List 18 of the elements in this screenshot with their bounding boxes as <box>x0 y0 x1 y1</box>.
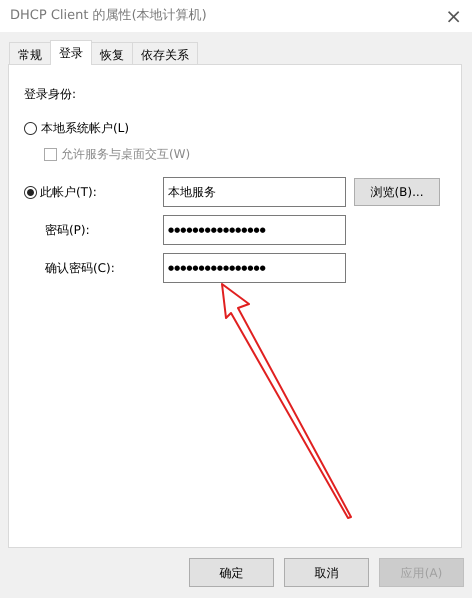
radio-label: 本地系统帐户(L) <box>41 120 130 137</box>
tab[interactable]: 依存关系 <box>132 42 198 64</box>
field-label: 密码(P): <box>45 222 90 239</box>
browse-button[interactable]: 浏览(B)... <box>354 178 440 206</box>
dialog-button[interactable]: 确定 <box>189 558 274 587</box>
checkbox-label: 允许服务与桌面交互(W) <box>61 146 190 163</box>
radio-label: 此帐户(T): <box>40 184 97 201</box>
dialog-button[interactable]: 取消 <box>284 558 369 587</box>
section-heading: 登录身份: <box>24 86 78 103</box>
radio-button[interactable] <box>24 122 37 134</box>
account-field[interactable]: 本地服务 <box>163 177 346 207</box>
window-title: DHCP Client 的属性(本地计算机) <box>10 7 207 26</box>
radio-button[interactable] <box>24 186 37 198</box>
tab[interactable]: 恢复 <box>91 42 133 64</box>
tab[interactable]: 登录 <box>50 40 92 65</box>
field-label: 确认密码(C): <box>45 260 115 277</box>
close-button[interactable]: × <box>445 6 462 26</box>
tab[interactable]: 常规 <box>9 42 51 64</box>
